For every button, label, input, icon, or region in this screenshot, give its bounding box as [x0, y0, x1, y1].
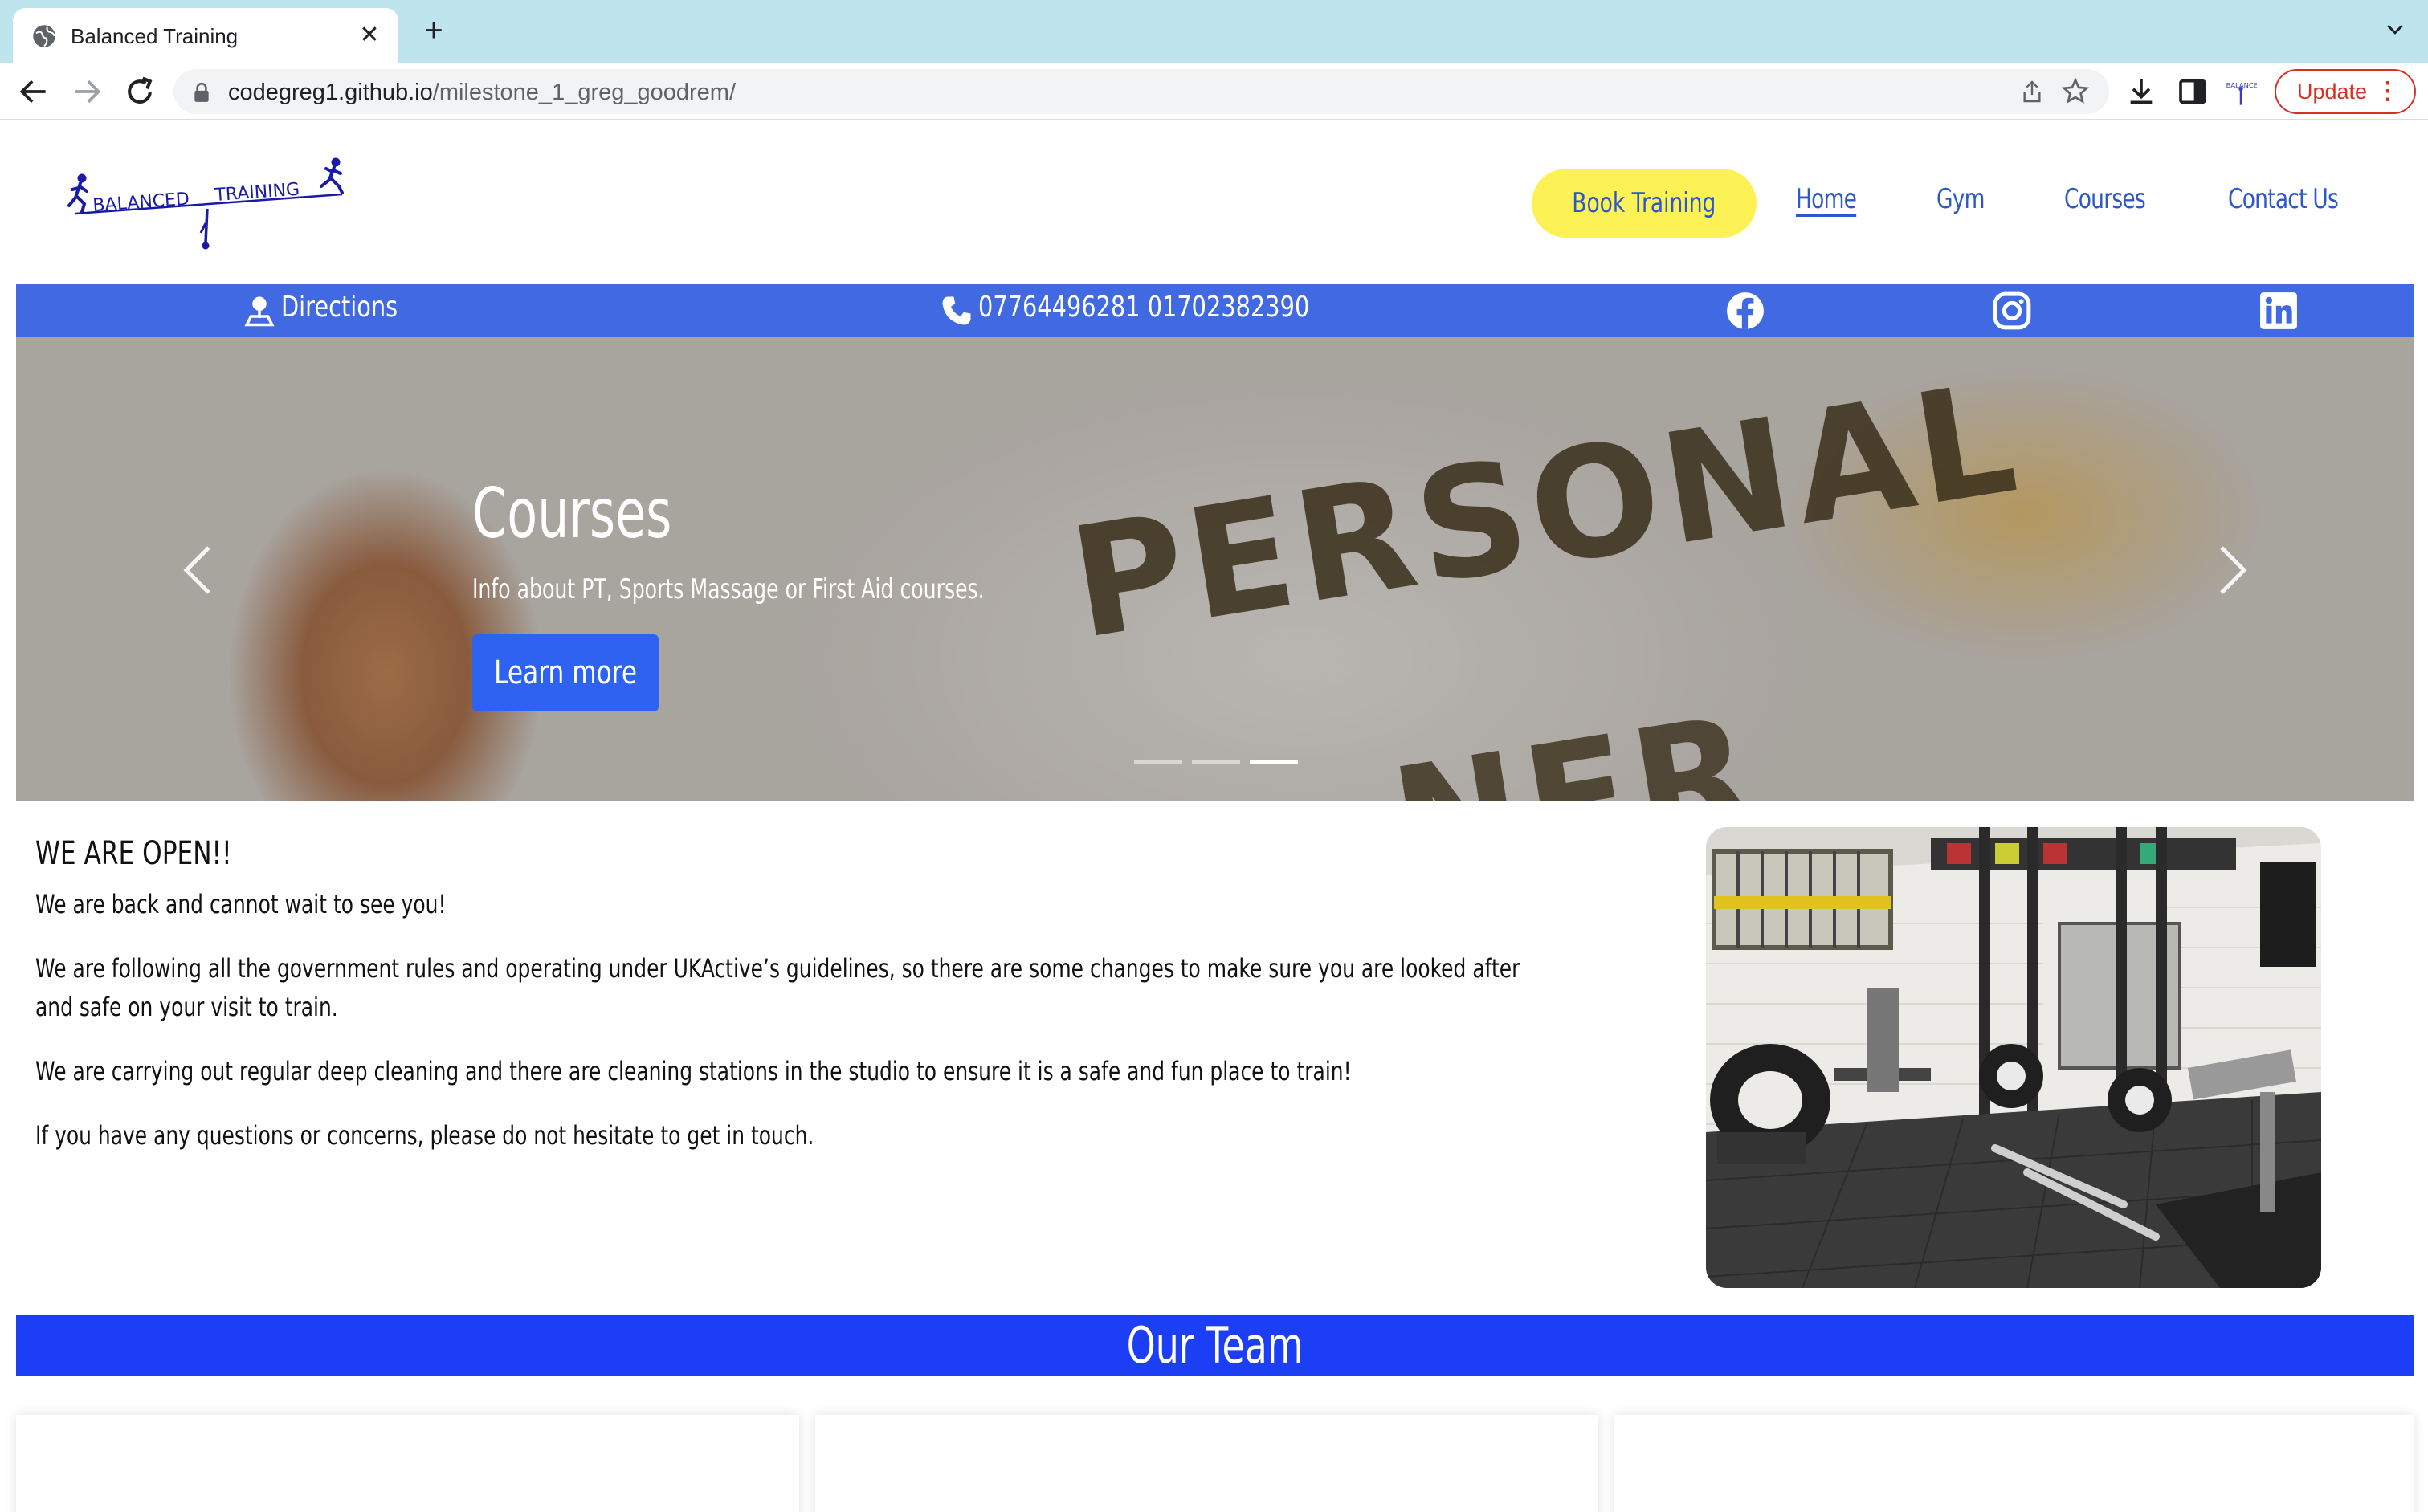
reload-icon[interactable] — [122, 74, 157, 109]
tab-title: Balanced Training — [71, 24, 239, 48]
linkedin-icon[interactable] — [2259, 291, 2299, 331]
team-heading: Our Team — [1126, 1316, 1304, 1375]
share-icon[interactable] — [2019, 79, 2045, 104]
profile-icon[interactable]: BALANCED — [2225, 75, 2257, 108]
nav-gym[interactable]: Gym — [1936, 183, 1985, 215]
url-text[interactable]: codegreg1.github.io/milestone_1_greg_goo… — [228, 79, 736, 106]
nav-contact-us[interactable]: Contact Us — [2228, 183, 2339, 215]
chevron-down-icon[interactable] — [2383, 18, 2407, 42]
side-panel-icon[interactable] — [2177, 75, 2209, 108]
team-card — [1614, 1415, 2414, 1512]
more-menu-icon[interactable]: ⋮ — [2376, 71, 2400, 112]
forward-icon[interactable] — [69, 74, 104, 109]
carousel-overlay — [16, 337, 2414, 801]
team-card — [16, 1415, 799, 1512]
carousel-indicator[interactable] — [1192, 760, 1240, 764]
carousel-indicator[interactable] — [1134, 760, 1182, 764]
carousel-prev-icon[interactable] — [182, 544, 214, 596]
url-path: /milestone_1_greg_goodrem/ — [432, 79, 737, 105]
welcome-paragraph: We are carrying out regular deep cleanin… — [35, 1056, 1352, 1086]
url-host: codegreg1.github.io — [228, 79, 433, 105]
tab-close-icon[interactable]: ✕ — [353, 19, 386, 51]
hero-carousel: PERSONAL NER Courses Info about PT, Spor… — [16, 337, 2414, 801]
update-label: Update — [2297, 79, 2368, 104]
welcome-paragraph: If you have any questions or concerns, p… — [35, 1120, 814, 1151]
welcome-paragraph: We are back and cannot wait to see you! — [35, 889, 447, 919]
learn-more-button[interactable]: Learn more — [472, 634, 659, 711]
contact-info-bar: Directions 07764496281 01702382390 — [16, 284, 2414, 337]
welcome-paragraph: We are following all the government rule… — [35, 953, 1520, 1022]
map-pin-person-icon — [244, 296, 275, 327]
team-card — [815, 1415, 1598, 1512]
welcome-section: WE ARE OPEN!! We are back and cannot wai… — [35, 835, 1610, 1180]
directions-link[interactable]: Directions — [281, 291, 398, 324]
phone-icon — [942, 296, 971, 325]
carousel-caption-text: Info about PT, Sports Massage or First A… — [472, 573, 985, 605]
star-icon[interactable] — [2061, 77, 2090, 106]
update-button[interactable]: Update ⋮ — [2275, 69, 2416, 114]
logo-text-training: TRAINING — [214, 180, 300, 206]
browser-toolbar: codegreg1.github.io/milestone_1_greg_goo… — [0, 63, 2428, 120]
back-icon[interactable] — [16, 74, 51, 109]
instagram-icon[interactable] — [1992, 291, 2032, 331]
new-tab-button[interactable]: + — [418, 14, 450, 47]
gym-photo — [1706, 827, 2321, 1288]
site-header: BALANCED TRAINING Book Training Home Gym… — [0, 120, 2428, 284]
logo-text-balanced: BALANCED — [92, 190, 190, 216]
carousel-indicators — [1134, 754, 1308, 768]
phone-numbers[interactable]: 07764496281 01702382390 — [978, 291, 1309, 324]
carousel-indicator-active[interactable] — [1250, 760, 1298, 764]
carousel-next-icon[interactable] — [2217, 544, 2249, 596]
carousel-caption-title: Courses — [472, 474, 672, 554]
facebook-icon[interactable] — [1725, 291, 1765, 331]
book-training-label: Book Training — [1572, 187, 1716, 219]
nav-home[interactable]: Home — [1796, 183, 1857, 215]
globe-icon — [33, 25, 55, 47]
book-training-button[interactable]: Book Training — [1532, 169, 1757, 238]
browser-tab[interactable]: Balanced Training ✕ — [13, 8, 398, 63]
learn-more-label: Learn more — [494, 654, 637, 691]
browser-tab-strip: Balanced Training ✕ + — [0, 0, 2428, 63]
welcome-heading: WE ARE OPEN!! — [35, 835, 232, 872]
balanced-training-logo[interactable]: BALANCED TRAINING — [64, 156, 345, 252]
address-bar[interactable]: codegreg1.github.io/milestone_1_greg_goo… — [173, 69, 2109, 114]
team-heading-bar: Our Team — [16, 1315, 2414, 1376]
gym-photo-illustration — [1706, 827, 2321, 1288]
download-icon[interactable] — [2125, 75, 2157, 108]
lock-icon[interactable] — [193, 82, 210, 103]
nav-courses[interactable]: Courses — [2064, 183, 2146, 215]
